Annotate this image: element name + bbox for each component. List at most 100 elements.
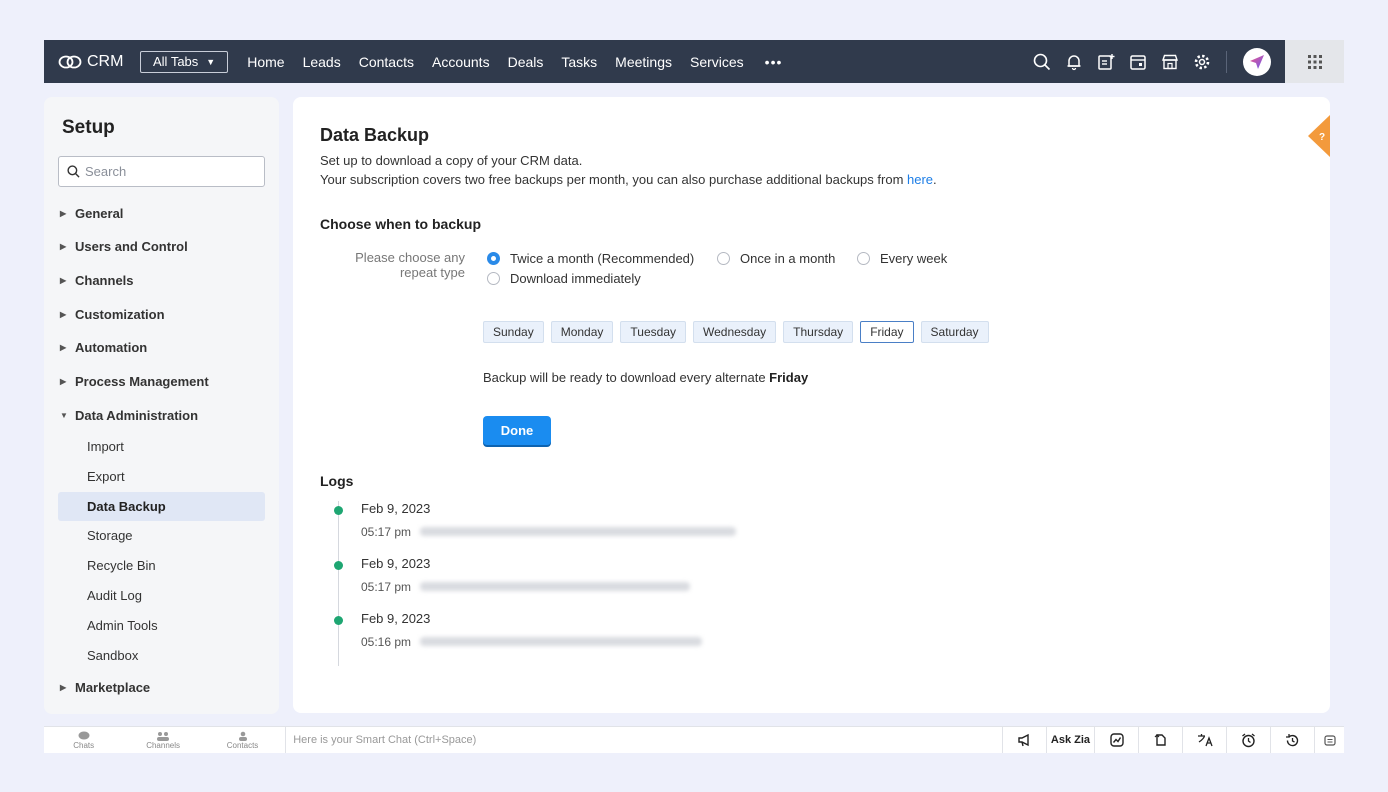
sidebar-item-label: Data Administration [75,408,199,423]
chevron-right-icon: ▶ [60,209,67,218]
main-panel: ? Data Backup Set up to download a copy … [293,97,1330,713]
backup-info-day: Friday [769,370,809,385]
marketplace-icon[interactable] [1154,53,1186,71]
sidebar-item-customization[interactable]: ▶ Customization [60,307,165,322]
app-grid-icon[interactable] [1285,40,1344,83]
log-date: Feb 9, 2023 [361,501,431,516]
tab-home[interactable]: Home [238,54,293,70]
day-wednesday[interactable]: Wednesday [693,321,777,343]
sidebar-item-label: Automation [75,340,148,355]
sidebar-item-data-administration[interactable]: ▼ Data Administration [60,408,198,423]
avatar[interactable] [1243,47,1271,76]
chevron-right-icon: ▶ [60,276,67,285]
sidebar-item-channels[interactable]: ▶ Channels [60,273,134,288]
radio-download-immediately[interactable]: Download immediately [487,271,641,286]
module-tabs: Home Leads Contacts Accounts Deals Tasks… [238,54,794,70]
bottom-icons: Ask Zia [1002,727,1344,753]
sidebar-sub-item-import[interactable]: Import [87,439,124,454]
more-tabs-icon[interactable]: ••• [753,54,795,70]
search-input[interactable] [85,164,255,179]
sidebar-sub-item-admin-tools[interactable]: Admin Tools [87,618,158,633]
sidebar-item-general[interactable]: ▶ General [60,206,123,221]
chat-icon [78,731,90,739]
megaphone-icon[interactable] [1002,727,1046,753]
radio-label: Twice a month (Recommended) [510,251,695,266]
brand-name: CRM [87,52,124,70]
sidebar-item-process-management[interactable]: ▶ Process Management [60,374,209,389]
tab-services[interactable]: Services [681,54,753,70]
repeat-type-label: Please choose any repeat type [355,250,465,280]
sidebar-sub-item-export[interactable]: Export [87,469,125,484]
timeline-line [338,501,339,666]
sidebar-item-label: Process Management [75,374,209,389]
radio-every-week[interactable]: Every week [857,251,947,266]
backup-info-text: Backup will be ready to download every a… [483,370,770,385]
ask-zia-button[interactable]: Ask Zia [1046,727,1094,753]
day-saturday[interactable]: Saturday [920,321,989,343]
tab-leads[interactable]: Leads [294,54,350,70]
translate-icon[interactable] [1182,727,1226,753]
smart-chat-input[interactable]: Here is your Smart Chat (Ctrl+Space) [285,727,1002,753]
sidebar-sub-item-storage[interactable]: Storage [87,528,133,543]
bell-icon[interactable] [1058,53,1090,71]
page-title: Data Backup [320,125,430,145]
day-tuesday[interactable]: Tuesday [620,321,686,343]
help-tab-icon[interactable]: ? [1305,115,1330,157]
timeline-dot [334,561,343,570]
bottom-tab-label: Contacts [226,740,259,750]
radio-twice-a-month[interactable]: Twice a month (Recommended) [487,251,694,266]
crm-logo[interactable]: CRM [58,53,140,71]
add-record-icon[interactable] [1090,53,1122,71]
log-time: 05:17 pm [361,525,412,539]
gear-icon[interactable] [1186,53,1218,71]
sidebar-search[interactable] [58,156,265,187]
done-button[interactable]: Done [483,416,551,445]
sidebar-item-label: Users and Control [75,239,188,254]
day-thursday[interactable]: Thursday [783,321,854,343]
bot-icon[interactable] [1314,727,1344,753]
sidebar-sub-item-sandbox[interactable]: Sandbox [87,648,138,663]
analytics-icon[interactable] [1094,727,1138,753]
timeline-dot [334,506,343,515]
log-time: 05:17 pm [361,580,412,594]
alarm-clock-icon[interactable] [1226,727,1270,753]
sidebar-item-users-and-control[interactable]: ▶ Users and Control [60,239,188,254]
radio-once-in-a-month[interactable]: Once in a month [717,251,835,266]
bottom-bar: Chats Channels Contacts Here is your Sma… [44,726,1344,753]
radio-label: Download immediately [510,271,641,286]
sidebar-sub-item-audit-log[interactable]: Audit Log [87,588,142,603]
calendar-icon[interactable] [1122,53,1154,71]
day-sunday[interactable]: Sunday [483,321,544,343]
header-divider [1226,50,1227,73]
reminder-icon[interactable] [1138,727,1182,753]
bottom-tab-label: Chats [73,740,95,750]
header-icons [1026,40,1344,83]
all-tabs-dropdown[interactable]: All Tabs ▼ [140,50,229,73]
subscription-note-text: Your subscription covers two free backup… [320,172,908,187]
purchase-backups-link[interactable]: here [907,172,933,187]
sidebar-sub-item-recycle-bin[interactable]: Recycle Bin [87,558,156,573]
history-icon[interactable] [1270,727,1314,753]
bottom-tab-chats[interactable]: Chats [44,727,123,753]
sidebar-item-automation[interactable]: ▶ Automation [60,340,147,355]
search-icon [67,165,80,178]
tab-accounts[interactable]: Accounts [423,54,499,70]
day-selector: Sunday Monday Tuesday Wednesday Thursday… [483,321,996,343]
tab-contacts[interactable]: Contacts [350,54,423,70]
day-friday[interactable]: Friday [860,321,914,343]
setup-sidebar: Setup ▶ General ▶ Users and Control ▶ Chann… [44,97,279,714]
sidebar-item-marketplace[interactable]: ▶ Marketplace [60,680,150,695]
tab-tasks[interactable]: Tasks [552,54,606,70]
radio-label: Every week [880,251,948,266]
day-monday[interactable]: Monday [550,321,614,343]
bottom-tab-channels[interactable]: Channels [123,727,202,753]
search-icon[interactable] [1026,53,1058,71]
tab-meetings[interactable]: Meetings [606,54,681,70]
tab-deals[interactable]: Deals [499,54,553,70]
sidebar-item-label: General [75,206,124,221]
radio-unselected-icon [487,272,500,285]
bottom-tab-contacts[interactable]: Contacts [203,727,282,753]
sidebar-sub-item-data-backup[interactable]: Data Backup [87,499,166,514]
radio-unselected-icon [717,252,730,265]
backup-schedule-info: Backup will be ready to download every a… [483,370,808,385]
